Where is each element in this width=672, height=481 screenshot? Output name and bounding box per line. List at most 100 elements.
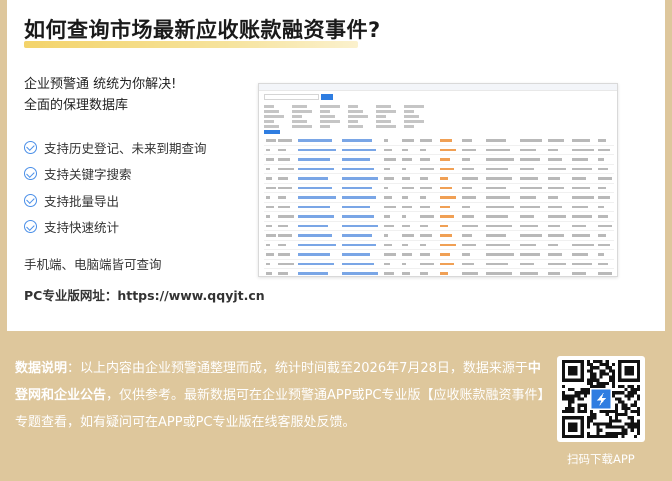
screenshot-table-cell xyxy=(520,253,540,256)
qr-module xyxy=(636,384,640,389)
qr-module xyxy=(593,375,597,379)
qr-module xyxy=(624,388,628,392)
qr-module xyxy=(568,409,572,414)
qr-module xyxy=(618,431,622,435)
screenshot-table-cell xyxy=(298,262,334,265)
qr-module xyxy=(574,394,578,398)
screenshot-table-cell xyxy=(598,215,608,218)
qr-module xyxy=(586,378,591,382)
qr-module xyxy=(571,406,575,410)
screenshot-table-cell xyxy=(278,253,290,256)
screenshot-table-cell xyxy=(342,234,372,237)
qr-code[interactable] xyxy=(557,356,645,442)
screenshot-table-cell xyxy=(384,186,388,189)
screenshot-table-cell xyxy=(462,196,476,199)
screenshot-table-row xyxy=(264,184,614,193)
qr-finder xyxy=(568,366,578,376)
qr-module xyxy=(577,391,581,395)
qr-module xyxy=(590,366,594,370)
qr-module xyxy=(599,360,603,364)
qr-module xyxy=(611,391,616,395)
qr-module xyxy=(571,409,575,414)
screenshot-table-row xyxy=(264,222,614,231)
screenshot-filter-chip xyxy=(404,105,424,108)
screenshot-table-cell xyxy=(342,196,376,199)
screenshot-search xyxy=(264,94,319,100)
qr-module xyxy=(615,391,619,395)
qr-module xyxy=(615,403,619,407)
intro-block: 企业预警通 统统为你解决! 全面的保理数据库 xyxy=(24,74,176,116)
screenshot-table-cell xyxy=(342,272,378,275)
qr-module xyxy=(636,394,640,398)
qr-module xyxy=(605,422,609,426)
screenshot-table-cell xyxy=(486,234,506,237)
screenshot-filter-chip xyxy=(320,125,330,128)
qr-module xyxy=(611,434,616,438)
screenshot-table-cell xyxy=(266,215,270,218)
qr-module xyxy=(562,409,566,414)
screenshot-table-cell xyxy=(598,253,604,256)
qr-module xyxy=(602,369,606,373)
screenshot-search-button xyxy=(321,94,333,100)
screenshot-filter-chip xyxy=(264,105,274,108)
screenshot-table-cell xyxy=(402,196,408,199)
screenshot-table-cell xyxy=(342,243,376,246)
screenshot-table-cell xyxy=(598,196,610,199)
qr-module xyxy=(611,381,616,385)
qr-module xyxy=(615,413,619,417)
qr-module xyxy=(571,388,575,392)
qr-module xyxy=(608,434,612,438)
screenshot-table-row xyxy=(264,250,614,260)
screenshot-table-cell xyxy=(572,158,588,161)
screenshot-table-row xyxy=(264,193,614,203)
qr-module xyxy=(611,409,616,414)
screenshot-table-row xyxy=(264,165,614,174)
qr-module xyxy=(568,400,572,404)
qr-module xyxy=(583,388,587,392)
qr-module xyxy=(586,360,591,364)
screenshot-table-cell xyxy=(520,215,534,218)
screenshot-table-cell xyxy=(486,158,514,161)
qr-module xyxy=(580,409,584,414)
screenshot-table-cell xyxy=(486,196,510,199)
qr-module xyxy=(580,391,584,395)
screenshot-table-cell xyxy=(598,262,608,265)
qr-module xyxy=(621,413,625,417)
screenshot-table-cell xyxy=(420,186,432,189)
qr-module xyxy=(577,409,581,414)
screenshot-table-cell xyxy=(598,158,604,161)
qr-module xyxy=(611,363,616,367)
qr-module xyxy=(633,388,637,392)
feature-item: 支持历史登记、未来到期查询 xyxy=(24,134,207,161)
screenshot-table-cell xyxy=(266,205,274,208)
screenshot-table-cell xyxy=(572,167,592,170)
screenshot-table-cell xyxy=(402,243,408,246)
screenshot-table-cell xyxy=(548,148,558,151)
qr-module xyxy=(627,397,631,401)
screenshot-table-cell xyxy=(342,139,372,142)
screenshot-table-cell xyxy=(486,272,512,275)
screenshot-table-cell xyxy=(486,224,512,227)
screenshot-table-cell xyxy=(402,186,414,189)
qr-module xyxy=(586,381,591,385)
qr-module xyxy=(577,403,581,407)
screenshot-table-cell xyxy=(440,215,454,218)
qr-module xyxy=(562,391,566,395)
screenshot-table-cell xyxy=(266,158,274,161)
qr-module xyxy=(596,425,600,429)
qr-module xyxy=(605,381,609,385)
screenshot-table-cell xyxy=(278,177,288,180)
qr-module xyxy=(602,381,606,385)
qr-module xyxy=(636,406,640,410)
screenshot-table-cell xyxy=(462,262,474,265)
screenshot-table-cell xyxy=(402,139,414,142)
screenshot-table-cell xyxy=(520,224,538,227)
qr-module xyxy=(596,384,600,389)
screenshot-table-cell xyxy=(598,234,606,237)
qr-module xyxy=(627,384,631,389)
screenshot-table-cell xyxy=(572,215,592,218)
qr-module xyxy=(633,434,637,438)
qr-module xyxy=(608,375,612,379)
qr-module xyxy=(586,419,591,423)
screenshot-table-cell xyxy=(462,167,474,170)
